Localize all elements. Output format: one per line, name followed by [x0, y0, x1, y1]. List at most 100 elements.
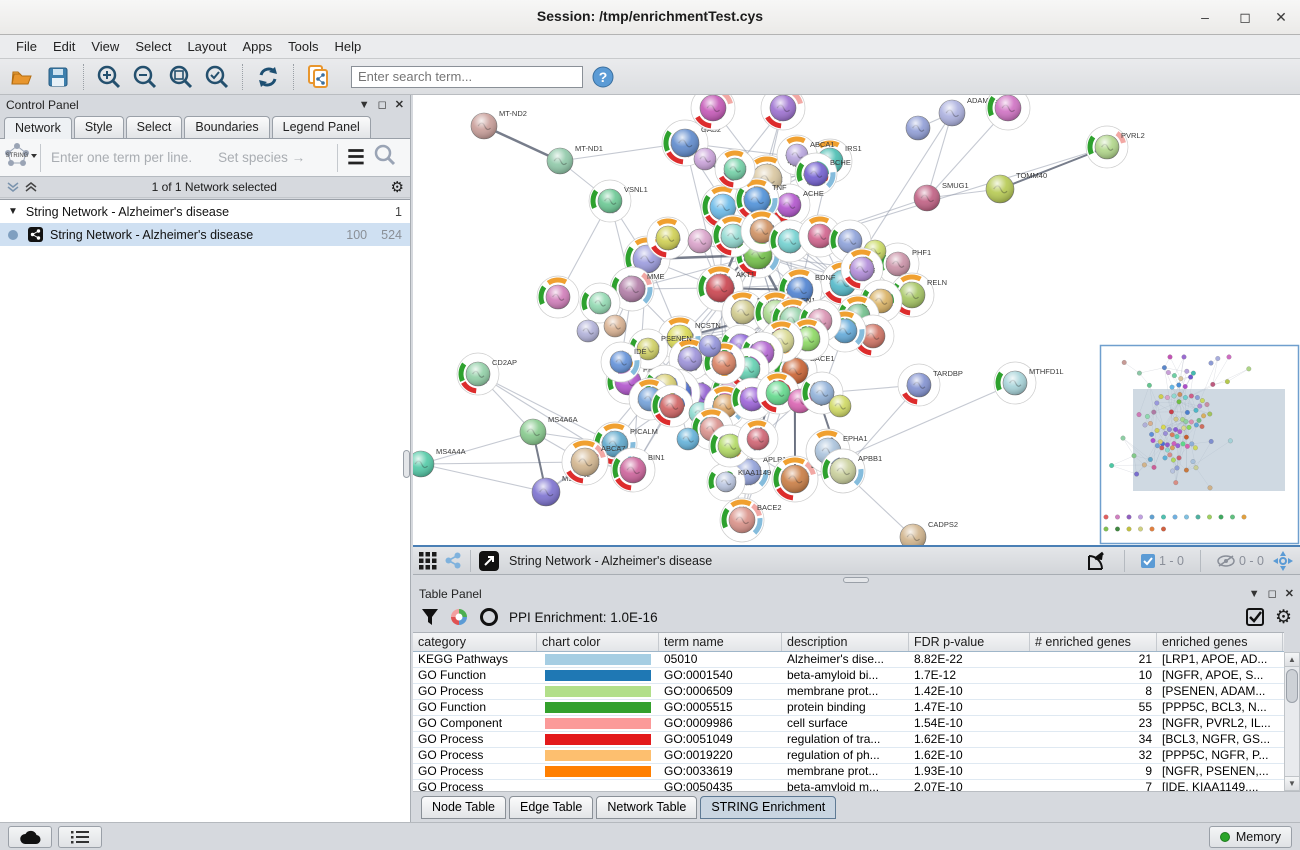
menu-tools[interactable]: Tools — [280, 37, 326, 56]
detach-view-icon[interactable] — [479, 551, 499, 571]
scrollbar-thumb[interactable] — [1286, 669, 1298, 703]
cloud-tasks-button[interactable] — [8, 826, 52, 848]
network-node-MTHFD1L[interactable]: MTHFD1L — [994, 362, 1064, 404]
network-node-n57[interactable] — [647, 217, 689, 259]
search-input[interactable] — [351, 66, 583, 88]
network-node-n7[interactable] — [906, 116, 930, 140]
network-node-APBB1[interactable]: APBB1 — [821, 449, 882, 493]
column-header-term-name[interactable]: term name — [659, 633, 782, 651]
panel-menu-icon[interactable]: ▼ — [359, 99, 370, 111]
network-view[interactable]: MT-ND2MT-ND1VSNL1GAB2ADAMTS2PVRL2TOMM40S… — [413, 95, 1300, 545]
network-node-n79[interactable] — [651, 385, 693, 427]
column-header-FDR-p-value[interactable]: FDR p-value — [909, 633, 1030, 651]
network-node-MT-ND2[interactable]: MT-ND2 — [471, 109, 527, 139]
zoom-in-button[interactable] — [93, 62, 125, 92]
menu-layout[interactable]: Layout — [179, 37, 234, 56]
tab-node-table[interactable]: Node Table — [421, 796, 506, 819]
tab-edge-table[interactable]: Edge Table — [509, 796, 593, 819]
table-row[interactable]: GO ProcessGO:0033619membrane prot...1.93… — [413, 764, 1284, 780]
select-columns-icon[interactable] — [1246, 608, 1265, 627]
zoom-out-button[interactable] — [129, 62, 161, 92]
network-row[interactable]: String Network - Alzheimer's disease 100… — [0, 223, 410, 246]
tab-select[interactable]: Select — [126, 116, 183, 138]
table-row[interactable]: GO FunctionGO:0001540beta-amyloid bi...1… — [413, 668, 1284, 684]
network-node-TOMM40[interactable]: TOMM40 — [986, 171, 1047, 203]
network-node-BACE2[interactable]: BACE2 — [720, 498, 782, 542]
string-protein-query-button[interactable]: STRING — [0, 141, 40, 174]
tab-style[interactable]: Style — [74, 116, 124, 138]
zoom-selected-button[interactable] — [201, 62, 233, 92]
refresh-button[interactable] — [252, 62, 284, 92]
collapse-caret-icon[interactable]: ▼ — [8, 206, 18, 217]
task-history-button[interactable] — [58, 826, 102, 848]
network-node-n88[interactable] — [677, 428, 699, 450]
import-network-button[interactable] — [303, 62, 335, 92]
column-header-enriched-genes[interactable]: enriched genes — [1157, 633, 1283, 651]
table-row[interactable]: GO FunctionGO:0005515protein binding1.47… — [413, 700, 1284, 716]
close-button[interactable]: ✕ — [1272, 8, 1290, 26]
column-header-description[interactable]: description — [782, 633, 909, 651]
table-row[interactable]: GO ProcessGO:0050435beta-amyloid m...2.0… — [413, 780, 1284, 791]
save-session-button[interactable] — [42, 62, 74, 92]
network-node-n76[interactable] — [699, 335, 721, 357]
table-vertical-scrollbar[interactable]: ▲ ▼ — [1284, 652, 1300, 791]
network-node-n90[interactable] — [738, 419, 778, 459]
minimize-button[interactable]: – — [1196, 8, 1214, 26]
set-species-hint[interactable]: Set species → — [218, 150, 305, 165]
string-query-placeholder[interactable]: Enter one term per line. — [51, 150, 192, 165]
share-view-icon[interactable] — [445, 552, 462, 569]
birdseye-navigator[interactable] — [1101, 346, 1299, 544]
network-node-n6[interactable] — [761, 95, 805, 130]
tab-string-enrichment[interactable]: STRING Enrichment — [700, 796, 836, 819]
string-search-button[interactable] — [374, 144, 410, 171]
horizontal-splitter-handle[interactable] — [843, 577, 869, 583]
table-row[interactable]: GO ProcessGO:0006509membrane prot...1.42… — [413, 684, 1284, 700]
export-image-icon[interactable] — [1086, 550, 1108, 572]
menu-view[interactable]: View — [83, 37, 127, 56]
column-header-category[interactable]: category — [413, 633, 537, 651]
scroll-down-arrow[interactable]: ▼ — [1285, 776, 1299, 790]
network-collection-row[interactable]: ▼ String Network - Alzheimer's disease 1 — [0, 200, 410, 223]
column-header-chart-color[interactable]: chart color — [537, 633, 659, 651]
menu-help[interactable]: Help — [327, 37, 370, 56]
network-node-n86[interactable] — [829, 395, 851, 417]
network-node-PVRL2[interactable]: PVRL2 — [1086, 126, 1145, 168]
menu-apps[interactable]: Apps — [235, 37, 281, 56]
reset-chart-icon[interactable] — [479, 607, 499, 627]
float-panel-icon[interactable]: ◻ — [1268, 587, 1277, 600]
expand-all-icon[interactable] — [6, 181, 20, 193]
search-options-menu-icon[interactable]: ☰ — [338, 145, 374, 170]
network-options-gear-icon[interactable]: ⚙ — [391, 178, 404, 196]
table-row[interactable]: GO ComponentGO:0009986cell surface1.54E-… — [413, 716, 1284, 732]
network-node-n95[interactable] — [715, 149, 755, 189]
table-row[interactable]: GO ProcessGO:0051049regulation of tra...… — [413, 732, 1284, 748]
network-node-n91[interactable] — [537, 276, 579, 318]
tab-boundaries[interactable]: Boundaries — [184, 116, 269, 138]
network-node-BIN1[interactable]: BIN1 — [611, 448, 665, 492]
network-node-n93[interactable] — [604, 315, 626, 337]
memory-button[interactable]: Memory — [1209, 826, 1292, 848]
table-row[interactable]: GO ProcessGO:0019220regulation of ph...1… — [413, 748, 1284, 764]
open-session-button[interactable] — [6, 62, 38, 92]
menu-select[interactable]: Select — [127, 37, 179, 56]
menu-edit[interactable]: Edit — [45, 37, 83, 56]
table-row[interactable]: KEGG Pathways05010Alzheimer's dise...8.8… — [413, 652, 1284, 668]
birdseye-toggle-icon[interactable] — [1272, 550, 1294, 572]
filter-icon[interactable] — [421, 608, 439, 626]
close-panel-icon[interactable]: ✕ — [1285, 587, 1294, 600]
network-node-VSNL1[interactable]: VSNL1 — [589, 180, 648, 222]
network-node-CADPS2[interactable]: CADPS2 — [900, 520, 958, 545]
scroll-up-arrow[interactable]: ▲ — [1285, 653, 1299, 667]
menu-file[interactable]: File — [8, 37, 45, 56]
tab-legend-panel[interactable]: Legend Panel — [272, 116, 371, 138]
zoom-fit-button[interactable] — [165, 62, 197, 92]
float-panel-icon[interactable]: ◻ — [378, 98, 387, 111]
maximize-button[interactable]: ◻ — [1236, 8, 1254, 26]
tab-network-table[interactable]: Network Table — [596, 796, 697, 819]
column-header--enriched-genes[interactable]: # enriched genes — [1030, 633, 1157, 651]
network-canvas[interactable]: MT-ND2MT-ND1VSNL1GAB2ADAMTS2PVRL2TOMM40S… — [413, 95, 1300, 545]
network-node-n96[interactable] — [577, 320, 599, 342]
network-node-n94[interactable] — [694, 148, 716, 170]
enrichment-chart-icon[interactable] — [449, 607, 469, 627]
help-button[interactable]: ? — [587, 62, 619, 92]
